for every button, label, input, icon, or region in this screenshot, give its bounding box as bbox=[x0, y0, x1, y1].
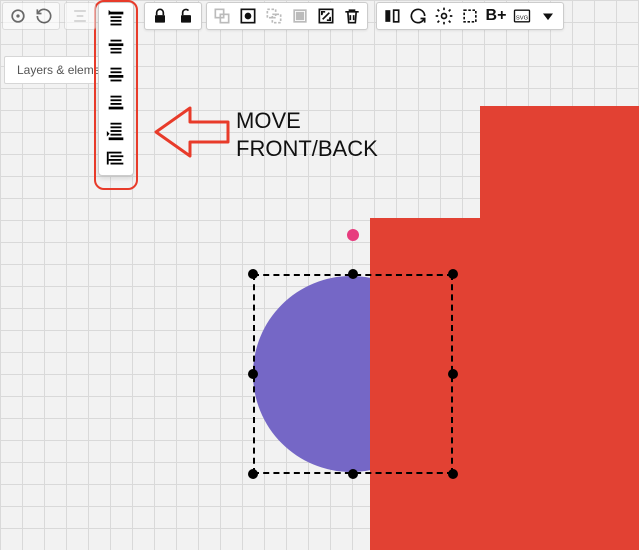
handle-s[interactable] bbox=[348, 469, 358, 479]
export-svg-button[interactable]: SVG bbox=[509, 3, 535, 29]
group-button bbox=[209, 3, 235, 29]
handle-w[interactable] bbox=[248, 369, 258, 379]
handle-ne[interactable] bbox=[448, 269, 458, 279]
zorder-middle[interactable] bbox=[101, 61, 131, 89]
svg-text:SVG: SVG bbox=[516, 15, 529, 21]
handle-se[interactable] bbox=[448, 469, 458, 479]
toolbar-group-history bbox=[2, 2, 60, 30]
zorder-send-backward[interactable] bbox=[101, 89, 131, 117]
undo-redo-dropdown-button[interactable] bbox=[5, 3, 31, 29]
toolbar-group-valign bbox=[64, 2, 96, 30]
group-mask-button bbox=[287, 3, 313, 29]
handle-sw[interactable] bbox=[248, 469, 258, 479]
more-dropdown-button[interactable] bbox=[535, 3, 561, 29]
handle-n[interactable] bbox=[348, 269, 358, 279]
delete-button[interactable] bbox=[339, 3, 365, 29]
rotate-button[interactable] bbox=[405, 3, 431, 29]
handle-e[interactable] bbox=[448, 369, 458, 379]
bold-plus-label: B+ bbox=[486, 7, 507, 25]
crop-button[interactable] bbox=[457, 3, 483, 29]
toolbar-group-object: B+ SVG bbox=[376, 2, 564, 30]
shape-red-rect-top[interactable] bbox=[480, 106, 639, 226]
toolbar-group-group bbox=[206, 2, 368, 30]
zorder-bring-forward[interactable] bbox=[101, 33, 131, 61]
vertical-align-button bbox=[67, 3, 93, 29]
toolbar-group-lock bbox=[144, 2, 202, 30]
layers-tab-label: Layers & eleme bbox=[17, 63, 100, 77]
selection-box bbox=[253, 274, 453, 474]
rotation-handle[interactable] bbox=[347, 229, 359, 241]
resize-button[interactable] bbox=[313, 3, 339, 29]
unlock-button[interactable] bbox=[173, 3, 199, 29]
handle-nw[interactable] bbox=[248, 269, 258, 279]
bold-plus-button[interactable]: B+ bbox=[483, 3, 509, 29]
group-select-button[interactable] bbox=[235, 3, 261, 29]
refresh-button[interactable] bbox=[31, 3, 57, 29]
ungroup-button bbox=[261, 3, 287, 29]
toolbar: B+ SVG bbox=[0, 0, 639, 32]
layers-tab[interactable]: Layers & eleme bbox=[4, 56, 113, 84]
zorder-send-to-back[interactable] bbox=[101, 117, 131, 145]
settings-button[interactable] bbox=[431, 3, 457, 29]
zorder-send-behind-all[interactable] bbox=[101, 145, 131, 173]
flip-button[interactable] bbox=[379, 3, 405, 29]
lock-button[interactable] bbox=[147, 3, 173, 29]
selection-outline bbox=[253, 274, 453, 474]
